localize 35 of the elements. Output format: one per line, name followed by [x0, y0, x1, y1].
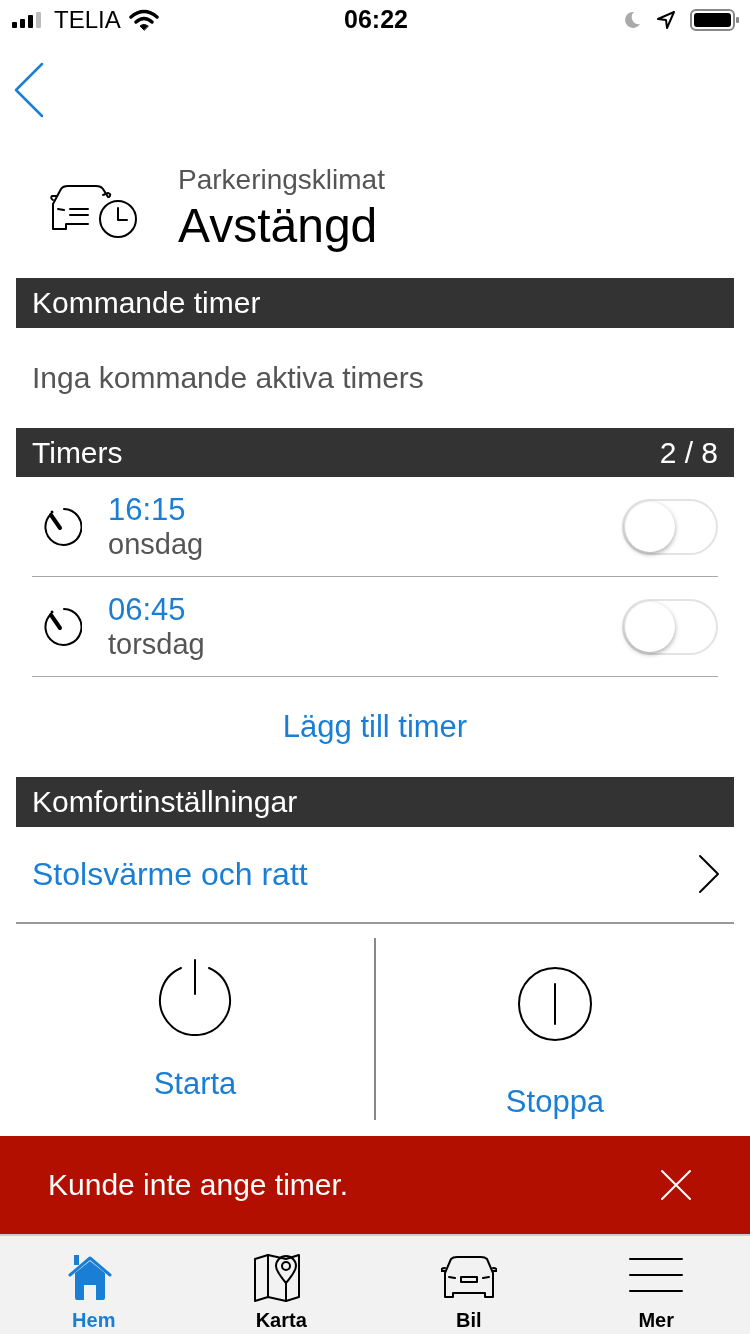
back-button[interactable] [14, 61, 44, 118]
chevron-right-icon [698, 854, 720, 895]
toggle-switch[interactable] [622, 598, 718, 655]
close-icon [660, 1169, 692, 1201]
timer-day: onsdag [108, 528, 622, 562]
moon-icon [622, 9, 642, 30]
tab-item[interactable]: Mer [562, 1236, 750, 1334]
close-button[interactable] [660, 1169, 692, 1201]
carrier-name: TELIA [54, 5, 121, 34]
climate-status: Avstängd [178, 198, 379, 254]
settings-row[interactable]: Stolsvärme och ratt [16, 826, 734, 924]
climate-label: Parkeringsklimat [178, 164, 385, 197]
back-chevron-icon [14, 61, 44, 118]
battery-icon [690, 7, 740, 32]
timer-day: torsdag [108, 628, 622, 662]
start-button[interactable]: Starta [16, 938, 374, 1120]
section-title: Kommande timer [32, 286, 261, 321]
tab-item[interactable]: Karta [187, 1236, 375, 1334]
section-title: Komfortinställningar [32, 784, 298, 819]
settings-link[interactable]: Stolsvärme och ratt [32, 855, 308, 893]
empty-message: Inga kommande aktiva timers [31, 359, 425, 396]
timer-count: 2 / 8 [659, 435, 718, 470]
stop-button[interactable]: Stoppa [374, 938, 734, 1120]
status-time: 06:22 [344, 5, 408, 35]
stop-circle-icon [515, 964, 595, 1044]
tab-item[interactable]: Bil [375, 1236, 563, 1334]
toggle-switch[interactable] [622, 498, 718, 555]
error-message: Kunde inte ange timer. [48, 1168, 349, 1202]
timer-time[interactable]: 06:45 [108, 592, 622, 629]
add-timer-link[interactable]: Lägg till timer [282, 709, 468, 746]
section-title: Timers [32, 435, 123, 470]
timer-time[interactable]: 16:15 [108, 492, 622, 529]
location-arrow-icon [656, 9, 676, 30]
wifi-icon [128, 8, 159, 31]
tab-item[interactable]: Hem [0, 1236, 188, 1334]
